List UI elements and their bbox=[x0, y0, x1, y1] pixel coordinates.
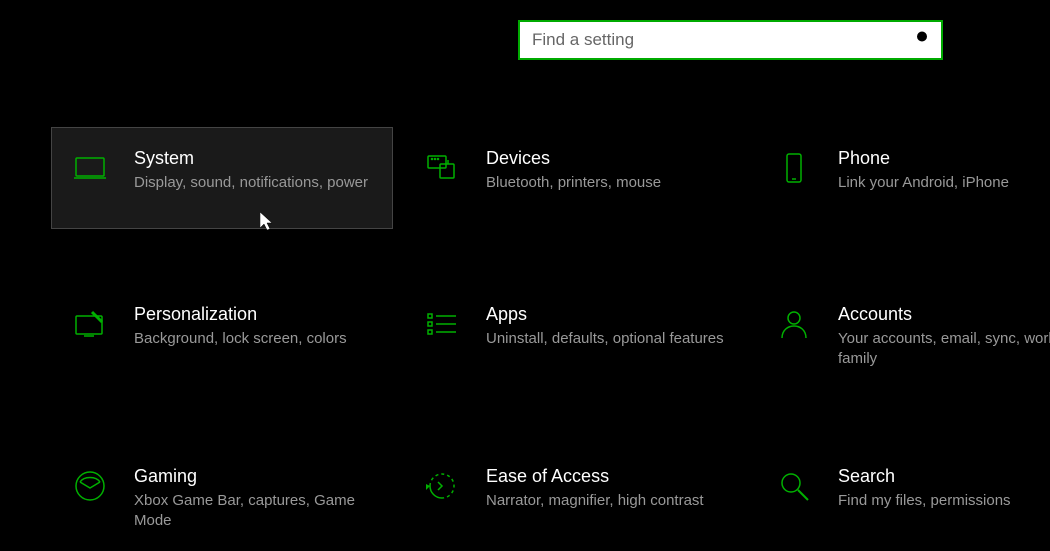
tile-title: Search bbox=[838, 466, 1050, 487]
tile-text: Devices Bluetooth, printers, mouse bbox=[486, 148, 726, 193]
tile-text: Accounts Your accounts, email, sync, wor… bbox=[838, 304, 1050, 370]
tile-gaming[interactable]: Gaming Xbox Game Bar, captures, Game Mod… bbox=[52, 446, 392, 551]
search-container bbox=[518, 20, 943, 60]
tile-personalization[interactable]: Personalization Background, lock screen,… bbox=[52, 284, 392, 390]
apps-icon bbox=[422, 304, 462, 344]
tile-text: Apps Uninstall, defaults, optional featu… bbox=[486, 304, 726, 349]
tile-title: Gaming bbox=[134, 466, 374, 487]
tile-phone[interactable]: Phone Link your Android, iPhone bbox=[756, 128, 1050, 228]
tile-system[interactable]: System Display, sound, notifications, po… bbox=[52, 128, 392, 228]
tile-subtitle: Your accounts, email, sync, work, family bbox=[838, 329, 1050, 370]
devices-icon bbox=[422, 148, 462, 188]
tile-text: Search Find my files, permissions bbox=[838, 466, 1050, 511]
tile-subtitle: Bluetooth, printers, mouse bbox=[486, 173, 726, 193]
tile-devices[interactable]: Devices Bluetooth, printers, mouse bbox=[404, 128, 744, 228]
tile-text: System Display, sound, notifications, po… bbox=[134, 148, 374, 193]
ease-of-access-icon bbox=[422, 466, 462, 506]
tile-title: Personalization bbox=[134, 304, 374, 325]
accounts-icon bbox=[774, 304, 814, 344]
tile-title: System bbox=[134, 148, 374, 169]
tile-text: Phone Link your Android, iPhone bbox=[838, 148, 1050, 193]
tile-text: Ease of Access Narrator, magnifier, high… bbox=[486, 466, 726, 511]
system-icon bbox=[70, 148, 110, 188]
tile-ease-of-access[interactable]: Ease of Access Narrator, magnifier, high… bbox=[404, 446, 744, 551]
gaming-icon bbox=[70, 466, 110, 506]
tile-title: Apps bbox=[486, 304, 726, 325]
tile-subtitle: Background, lock screen, colors bbox=[134, 329, 374, 349]
tile-text: Gaming Xbox Game Bar, captures, Game Mod… bbox=[134, 466, 374, 532]
tile-search[interactable]: Search Find my files, permissions bbox=[756, 446, 1050, 551]
search-input[interactable] bbox=[518, 20, 943, 60]
personalization-icon bbox=[70, 304, 110, 344]
tile-text: Personalization Background, lock screen,… bbox=[134, 304, 374, 349]
phone-icon bbox=[774, 148, 814, 188]
tile-title: Accounts bbox=[838, 304, 1050, 325]
tile-subtitle: Display, sound, notifications, power bbox=[134, 173, 374, 193]
tile-subtitle: Narrator, magnifier, high contrast bbox=[486, 491, 726, 511]
tile-apps[interactable]: Apps Uninstall, defaults, optional featu… bbox=[404, 284, 744, 390]
tile-accounts[interactable]: Accounts Your accounts, email, sync, wor… bbox=[756, 284, 1050, 390]
tile-subtitle: Link your Android, iPhone bbox=[838, 173, 1050, 193]
search-icon bbox=[915, 30, 931, 51]
tile-subtitle: Find my files, permissions bbox=[838, 491, 1050, 511]
search-tile-icon bbox=[774, 466, 814, 506]
tile-title: Devices bbox=[486, 148, 726, 169]
tile-subtitle: Xbox Game Bar, captures, Game Mode bbox=[134, 491, 374, 532]
tile-title: Ease of Access bbox=[486, 466, 726, 487]
tile-title: Phone bbox=[838, 148, 1050, 169]
settings-grid: System Display, sound, notifications, po… bbox=[52, 128, 1042, 551]
tile-subtitle: Uninstall, defaults, optional features bbox=[486, 329, 726, 349]
